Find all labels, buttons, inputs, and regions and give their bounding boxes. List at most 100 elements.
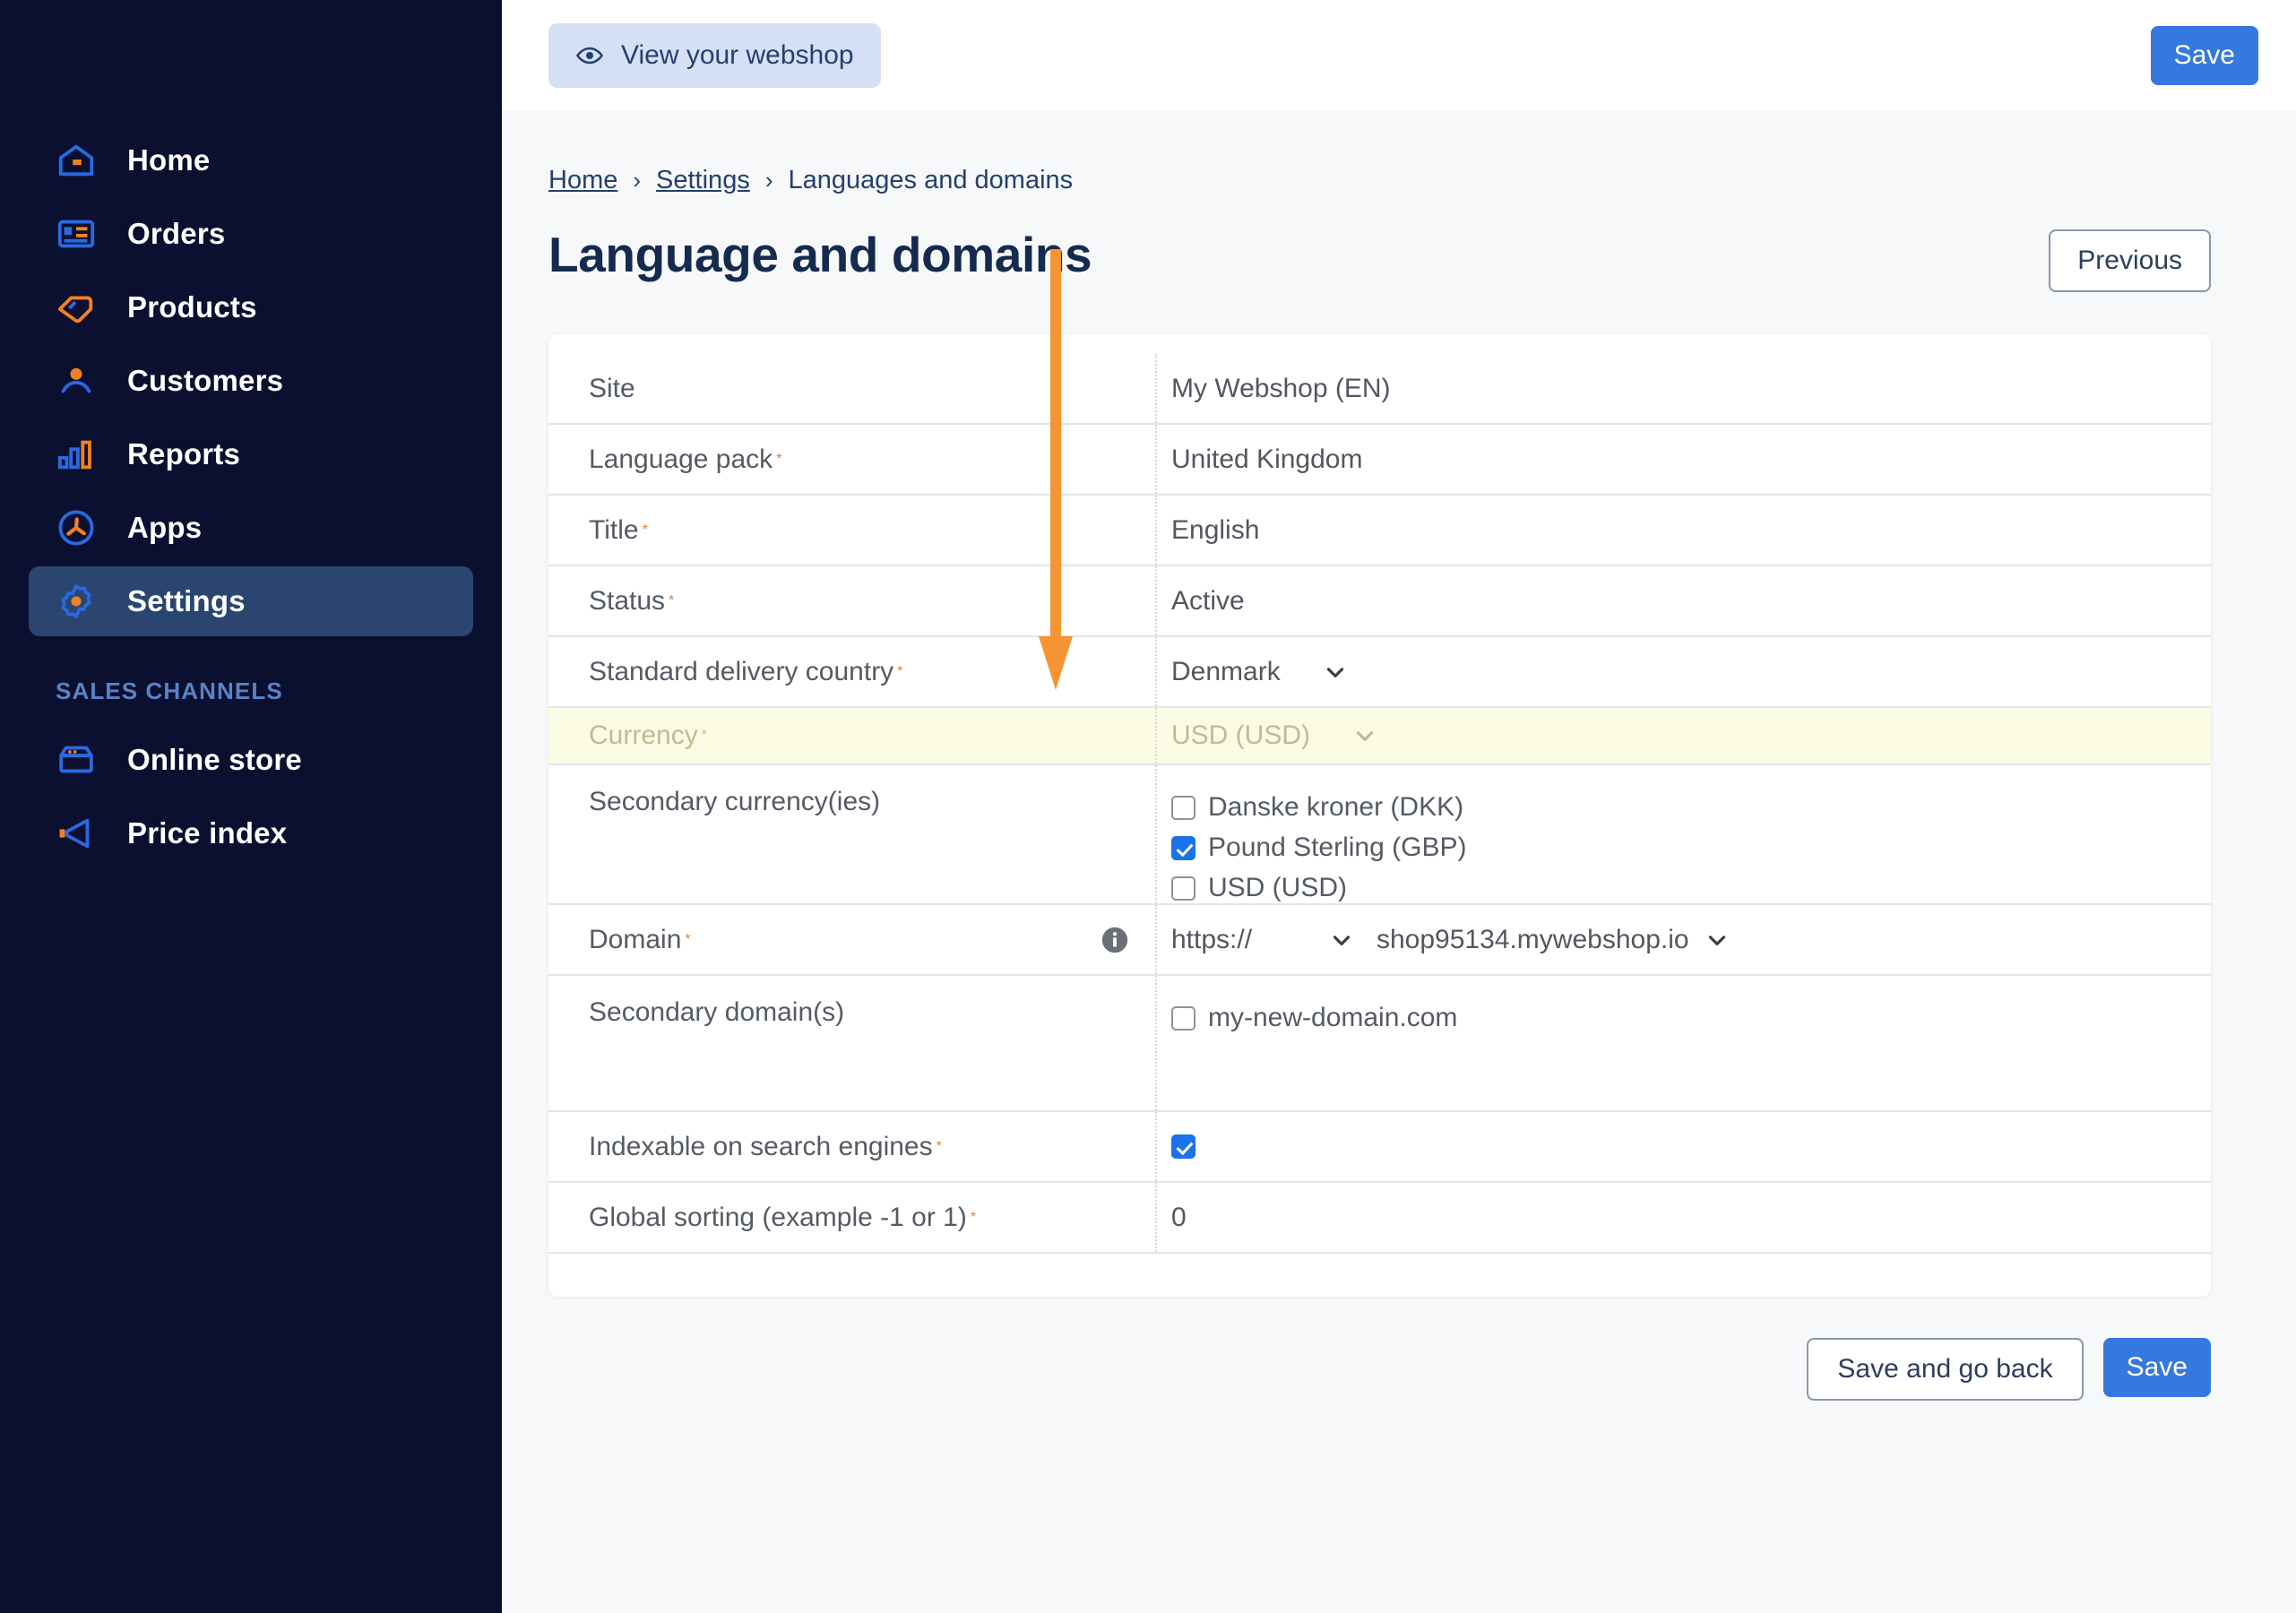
checkbox-indexable[interactable]	[1171, 1134, 1195, 1159]
save-button-top[interactable]: Save	[2150, 25, 2258, 85]
home-icon	[56, 140, 97, 181]
settings-form-card: Site My Webshop (EN) Language pack * Uni…	[548, 334, 2211, 1297]
form-row-indexable: Indexable on search engines *	[548, 1112, 2211, 1183]
form-label: Language pack	[589, 444, 773, 474]
form-label: Secondary domain(s)	[589, 997, 845, 1027]
sidebar-item-home[interactable]: Home	[29, 125, 473, 195]
currency-value: USD (USD)	[1171, 720, 1310, 750]
secondary-currency-list: Danske kroner (DKK) Pound Sterling (GBP)…	[1171, 787, 1466, 903]
form-value-cell: United Kingdom	[1157, 425, 2211, 494]
form-value-cell	[1157, 1112, 2211, 1181]
megaphone-icon	[56, 813, 97, 854]
form-label-cell: Status *	[548, 566, 1157, 635]
form-row-status: Status * Active	[548, 566, 2211, 637]
chevron-down-icon	[1322, 659, 1349, 686]
form-row-global-sorting: Global sorting (example -1 or 1) * 0	[548, 1183, 2211, 1254]
form-row-currency: Currency * USD (USD)	[548, 708, 2211, 765]
breadcrumb-home[interactable]: Home	[548, 166, 617, 195]
checkbox-row[interactable]: Danske kroner (DKK)	[1171, 792, 1466, 823]
sidebar-item-label: Apps	[127, 511, 203, 544]
sidebar-item-products[interactable]: Products	[29, 272, 473, 342]
sidebar-item-label: Home	[127, 143, 211, 177]
checkbox-my-new-domain[interactable]	[1171, 1005, 1195, 1031]
sidebar: Home Orders Products Customers Reports A…	[0, 0, 502, 1613]
form-actions: Save and go back Save	[548, 1338, 2211, 1401]
sidebar-item-price-index[interactable]: Price index	[29, 798, 473, 868]
form-row-site: Site My Webshop (EN)	[548, 354, 2211, 425]
store-icon	[56, 739, 97, 781]
breadcrumb-separator: ›	[633, 167, 642, 194]
content-area: Home › Settings › Languages and domains …	[502, 110, 2296, 1613]
checkbox-gbp[interactable]	[1171, 835, 1195, 860]
required-marker: *	[685, 931, 691, 947]
secondary-domain-list: my-new-domain.com	[1171, 997, 1457, 1033]
sidebar-item-label: Orders	[127, 217, 226, 250]
checkbox-row[interactable]: my-new-domain.com	[1171, 1003, 1457, 1033]
sidebar-item-label: Reports	[127, 437, 241, 470]
breadcrumb-separator: ›	[764, 167, 773, 194]
required-marker: *	[669, 592, 675, 608]
form-label: Indexable on search engines	[589, 1131, 933, 1161]
eye-icon	[575, 41, 604, 70]
domain-protocol-value: https://	[1171, 924, 1253, 954]
checkbox-dkk[interactable]	[1171, 795, 1195, 820]
chevron-down-icon	[1704, 927, 1731, 953]
required-marker: *	[970, 1209, 977, 1225]
delivery-country-select[interactable]: Denmark	[1171, 657, 1349, 687]
form-row-domain: Domain * https:// shop95134.mywebshop.io	[548, 905, 2211, 976]
previous-button[interactable]: Previous	[2049, 229, 2211, 292]
orders-icon	[56, 213, 97, 254]
sidebar-item-label: Online store	[127, 743, 302, 776]
required-marker: *	[701, 728, 707, 743]
info-icon[interactable]	[1100, 925, 1130, 955]
site-value: My Webshop (EN)	[1171, 373, 1391, 403]
form-label-cell: Secondary currency(ies)	[548, 765, 1157, 903]
form-label-cell: Title *	[548, 496, 1157, 565]
sidebar-item-apps[interactable]: Apps	[29, 493, 473, 563]
required-marker: *	[776, 451, 782, 467]
form-row-delivery-country: Standard delivery country * Denmark	[548, 637, 2211, 708]
language-pack-value: United Kingdom	[1171, 444, 1363, 474]
apps-icon	[56, 507, 97, 548]
title-value: English	[1171, 514, 1260, 545]
form-label: Secondary currency(ies)	[589, 787, 881, 816]
domain-host-select[interactable]: shop95134.mywebshop.io	[1377, 925, 1731, 955]
checkbox-label: USD (USD)	[1208, 873, 1347, 902]
required-marker: *	[642, 522, 648, 538]
form-row-secondary-domains: Secondary domain(s) my-new-domain.com	[548, 976, 2211, 1112]
save-button-bottom[interactable]: Save	[2102, 1338, 2211, 1397]
sidebar-item-label: Settings	[127, 584, 246, 617]
form-label-cell: Currency *	[548, 708, 1157, 763]
sidebar-item-label: Customers	[127, 364, 284, 397]
form-label: Domain	[589, 924, 682, 954]
form-row-language-pack: Language pack * United Kingdom	[548, 425, 2211, 496]
checkbox-label: Pound Sterling (GBP)	[1208, 832, 1467, 862]
sidebar-item-online-store[interactable]: Online store	[29, 725, 473, 795]
tag-icon	[56, 287, 97, 328]
sidebar-item-reports[interactable]: Reports	[29, 419, 473, 489]
form-row-secondary-currencies: Secondary currency(ies) Danske kroner (D…	[548, 765, 2211, 905]
page-title: Language and domains	[548, 227, 1092, 282]
breadcrumb-current: Languages and domains	[788, 166, 1074, 194]
sidebar-item-customers[interactable]: Customers	[29, 346, 473, 416]
checkbox-usd[interactable]	[1171, 876, 1195, 901]
sidebar-item-settings[interactable]: Settings	[29, 566, 473, 636]
checkbox-row[interactable]: USD (USD)	[1171, 873, 1466, 903]
domain-protocol-select[interactable]: https://	[1171, 925, 1355, 955]
form-label: Global sorting (example -1 or 1)	[589, 1202, 967, 1232]
currency-select[interactable]: USD (USD)	[1171, 720, 1378, 751]
save-and-go-back-button[interactable]: Save and go back	[1807, 1338, 2084, 1401]
breadcrumb-settings[interactable]: Settings	[656, 166, 750, 195]
view-webshop-button[interactable]: View your webshop	[548, 22, 881, 88]
chevron-down-icon	[1351, 722, 1378, 749]
user-icon	[56, 360, 97, 401]
form-value-cell: Active	[1157, 566, 2211, 635]
checkbox-row[interactable]: Pound Sterling (GBP)	[1171, 832, 1466, 863]
domain-host-value: shop95134.mywebshop.io	[1377, 924, 1689, 954]
form-row-title: Title * English	[548, 496, 2211, 566]
form-label: Status	[589, 585, 666, 616]
sidebar-item-orders[interactable]: Orders	[29, 199, 473, 269]
bar-chart-icon	[56, 434, 97, 475]
form-label: Title	[589, 514, 639, 545]
sidebar-item-label: Price index	[127, 816, 288, 850]
